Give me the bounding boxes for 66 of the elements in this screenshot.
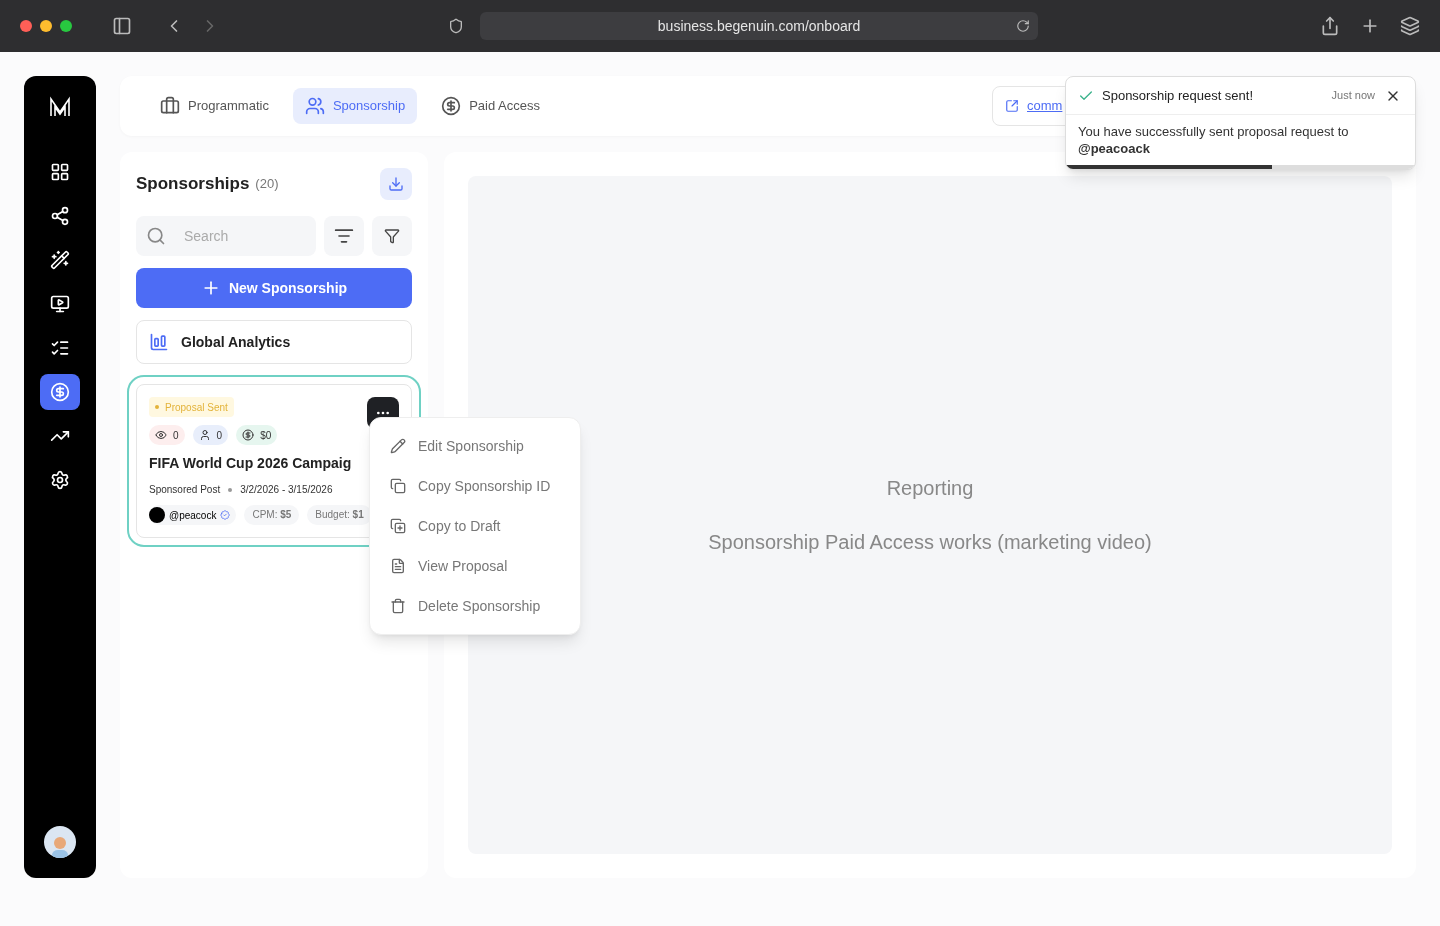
toast-time: Just now <box>1331 88 1375 104</box>
sort-icon <box>334 226 354 246</box>
sort-button[interactable] <box>324 216 364 256</box>
budget-chip: Budget: $1 <box>307 505 372 525</box>
document-icon <box>390 558 406 574</box>
card-title: FIFA World Cup 2026 Campaig <box>149 454 353 473</box>
share-icon[interactable] <box>1320 16 1340 36</box>
external-link-icon <box>1005 99 1019 113</box>
reporting-subtitle: Sponsorship Paid Access works (marketing video) <box>708 530 1152 555</box>
copy-icon <box>390 478 406 494</box>
menu-item[interactable]: Delete Sponsorship <box>370 586 580 626</box>
creator-avatar <box>149 507 165 523</box>
stat-chip: $0 <box>236 425 278 445</box>
stat-chip: 0 <box>192 425 229 445</box>
sidebar-toggle-icon[interactable] <box>112 16 132 36</box>
logo-icon <box>49 96 71 118</box>
reload-icon[interactable] <box>1016 19 1030 33</box>
tabs-overview-icon[interactable] <box>1400 16 1420 36</box>
video-icon <box>50 294 70 314</box>
reporting-title: Reporting <box>886 476 974 501</box>
tab[interactable]: Paid Access <box>429 88 553 124</box>
verified-icon <box>220 510 231 520</box>
creator-chip: @peacock <box>149 505 237 525</box>
global-analytics-button[interactable]: Global Analytics <box>136 320 412 364</box>
dollar-icon <box>441 96 462 116</box>
shield-icon <box>448 18 464 34</box>
tab[interactable]: Sponsorship <box>292 88 418 124</box>
briefcase-icon <box>160 96 180 116</box>
url-text: business.begenuin.com/onboard <box>657 16 861 36</box>
filter-icon <box>384 228 400 244</box>
minimize-window-icon[interactable] <box>40 20 52 32</box>
status-badge: Proposal Sent <box>149 397 234 417</box>
trash-icon <box>390 598 406 614</box>
copy-icon <box>390 518 406 534</box>
panel-title: Sponsorships <box>136 173 250 196</box>
cpm-chip: CPM: $5 <box>244 505 300 525</box>
stat-chip: 0 <box>149 425 185 445</box>
maximize-window-icon[interactable] <box>60 20 72 32</box>
settings-icon <box>50 470 70 490</box>
tab[interactable]: Programmatic <box>148 88 281 124</box>
download-button[interactable] <box>380 168 412 200</box>
date-range: 3/2/2026 - 3/15/2026 <box>240 483 333 497</box>
person-icon <box>198 429 211 441</box>
bar-chart-icon <box>149 332 169 352</box>
dollar-icon <box>50 382 70 402</box>
people-icon <box>304 96 325 116</box>
new-sponsorship-button[interactable]: New Sponsorship <box>136 268 412 308</box>
post-type: Sponsored Post <box>149 483 221 497</box>
dollar-icon <box>242 429 255 441</box>
menu-item[interactable]: View Proposal <box>370 546 580 586</box>
checklist-icon <box>50 338 70 358</box>
count-label: (20) <box>255 175 279 194</box>
search-field[interactable]: Search <box>136 216 316 256</box>
search-icon <box>146 226 166 246</box>
sidebar-item[interactable] <box>40 374 80 410</box>
close-window-icon[interactable] <box>20 20 32 32</box>
address-bar[interactable]: business.begenuin.com/onboard <box>480 12 1038 40</box>
download-icon <box>388 176 404 192</box>
filter-button[interactable] <box>372 216 412 256</box>
pencil-icon <box>390 438 406 454</box>
magic-wand-icon <box>50 250 70 270</box>
avatar[interactable] <box>44 826 76 858</box>
eye-icon <box>155 429 167 441</box>
toast-message: You have successfully sent proposal request to @peacoack <box>1077 123 1350 158</box>
network-icon <box>50 206 70 226</box>
grid-icon <box>50 162 70 182</box>
